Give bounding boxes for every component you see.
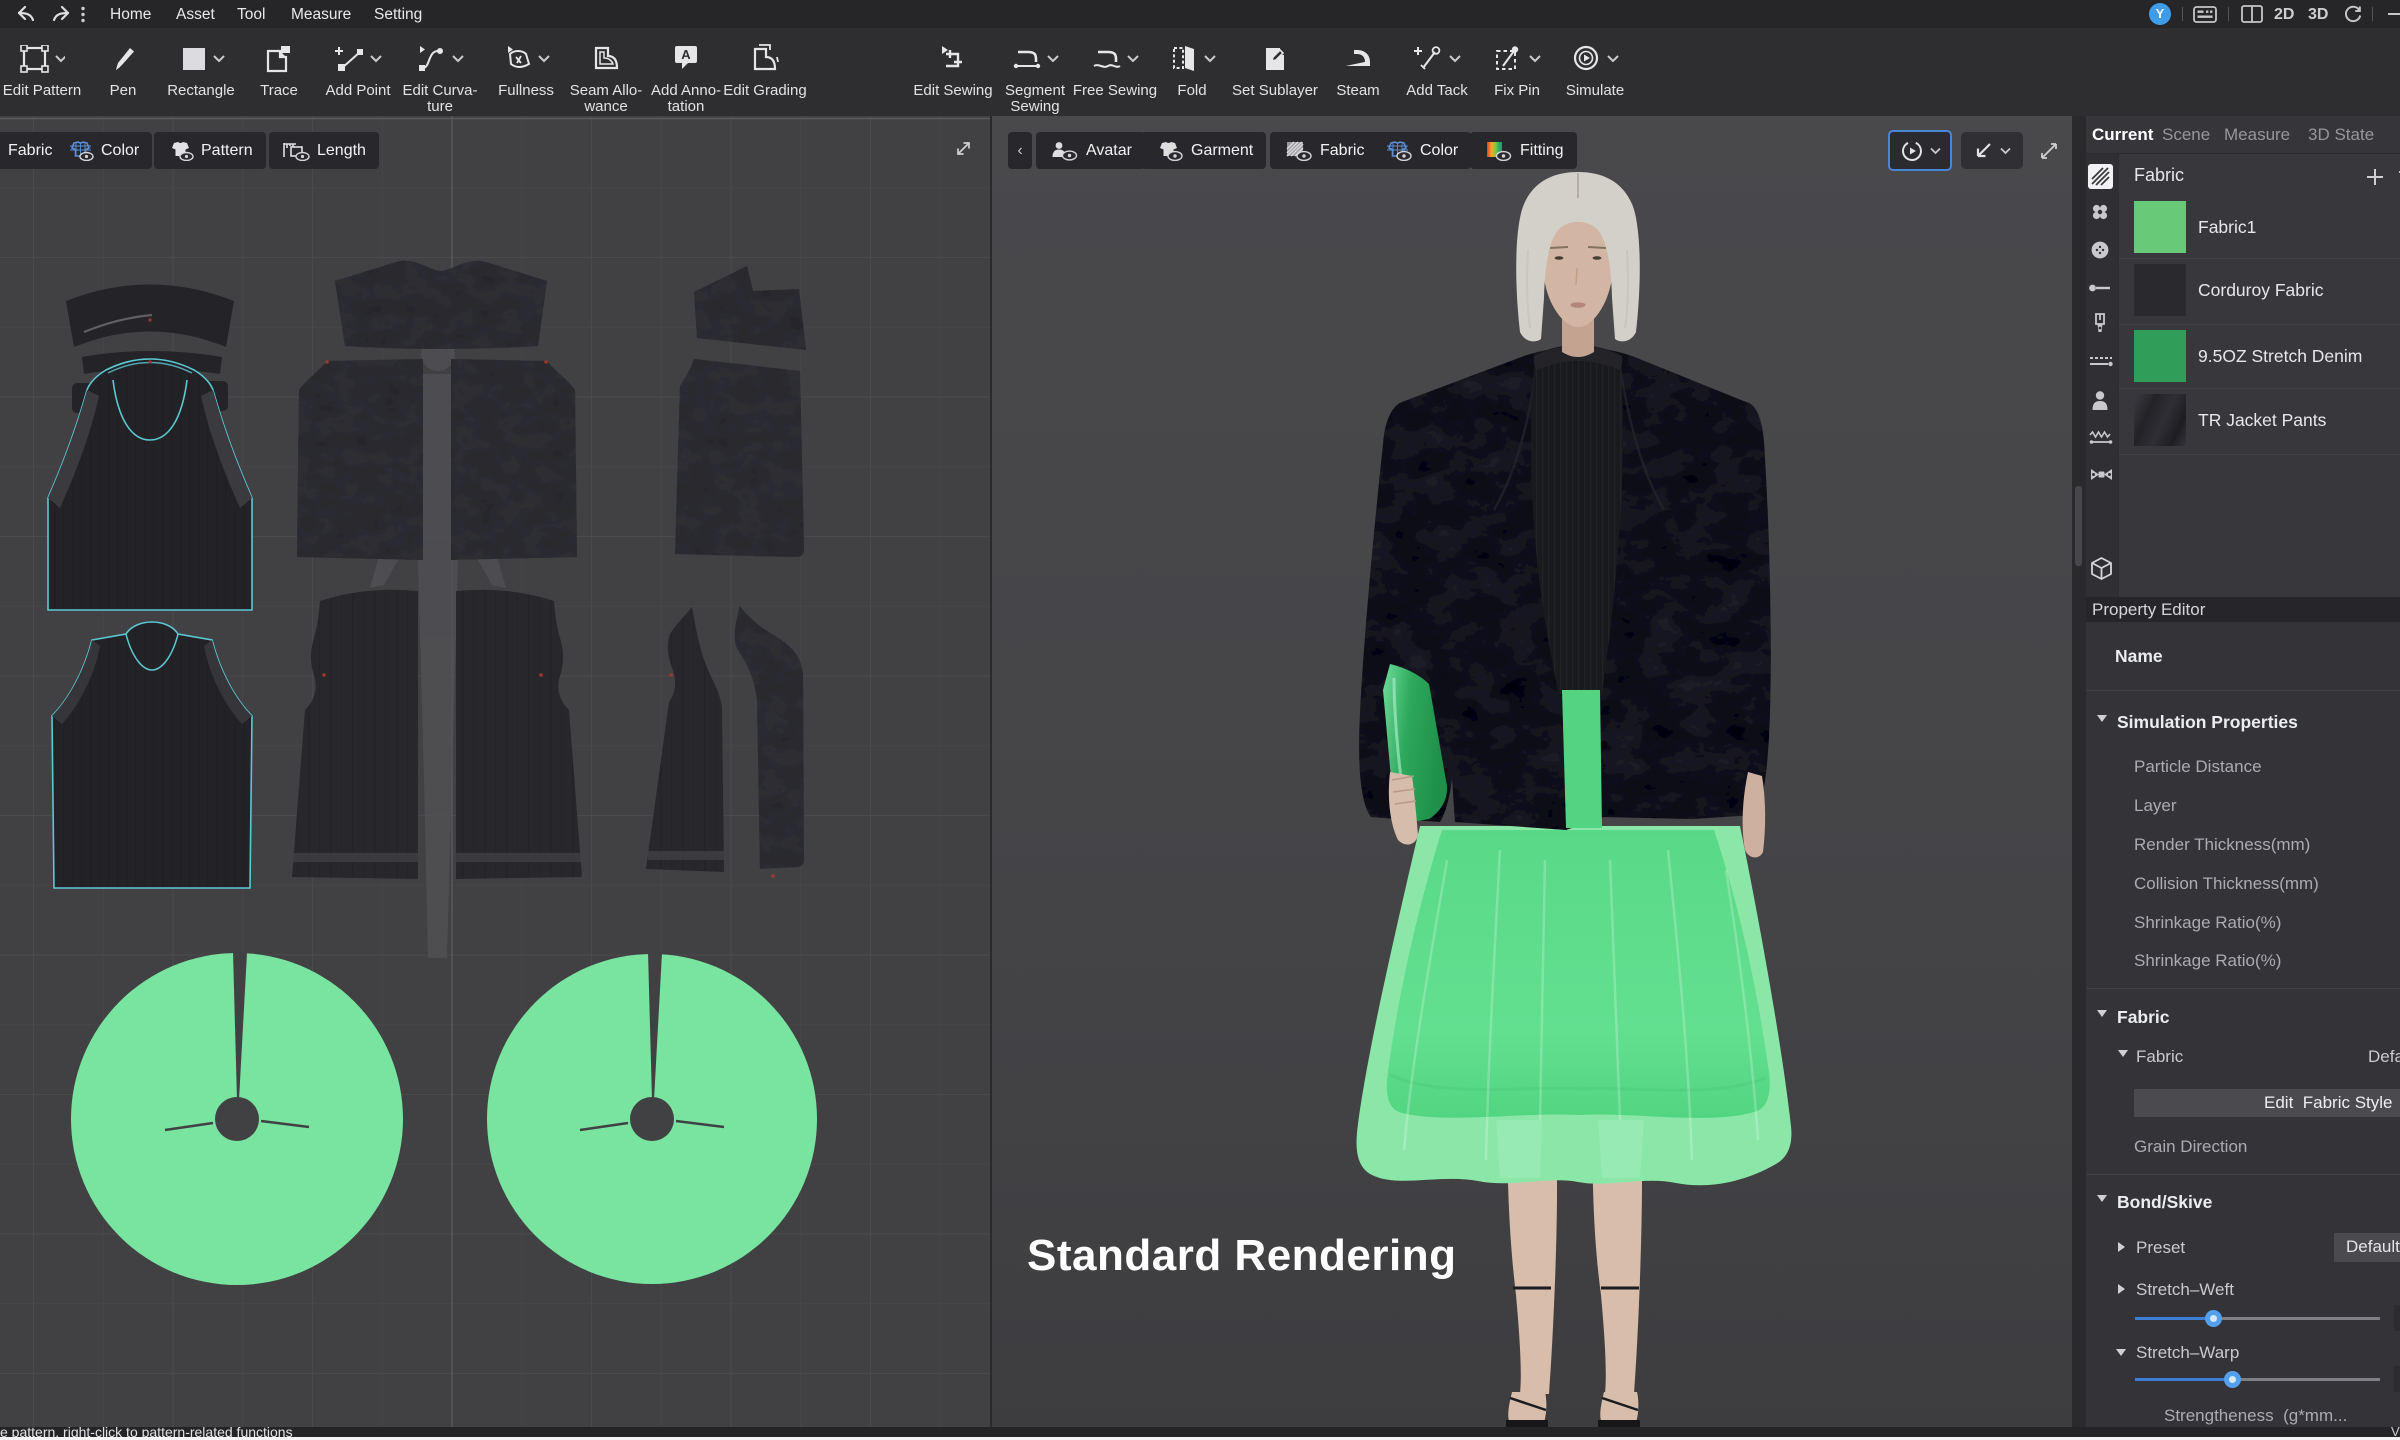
svg-text:A: A [681,47,691,62]
